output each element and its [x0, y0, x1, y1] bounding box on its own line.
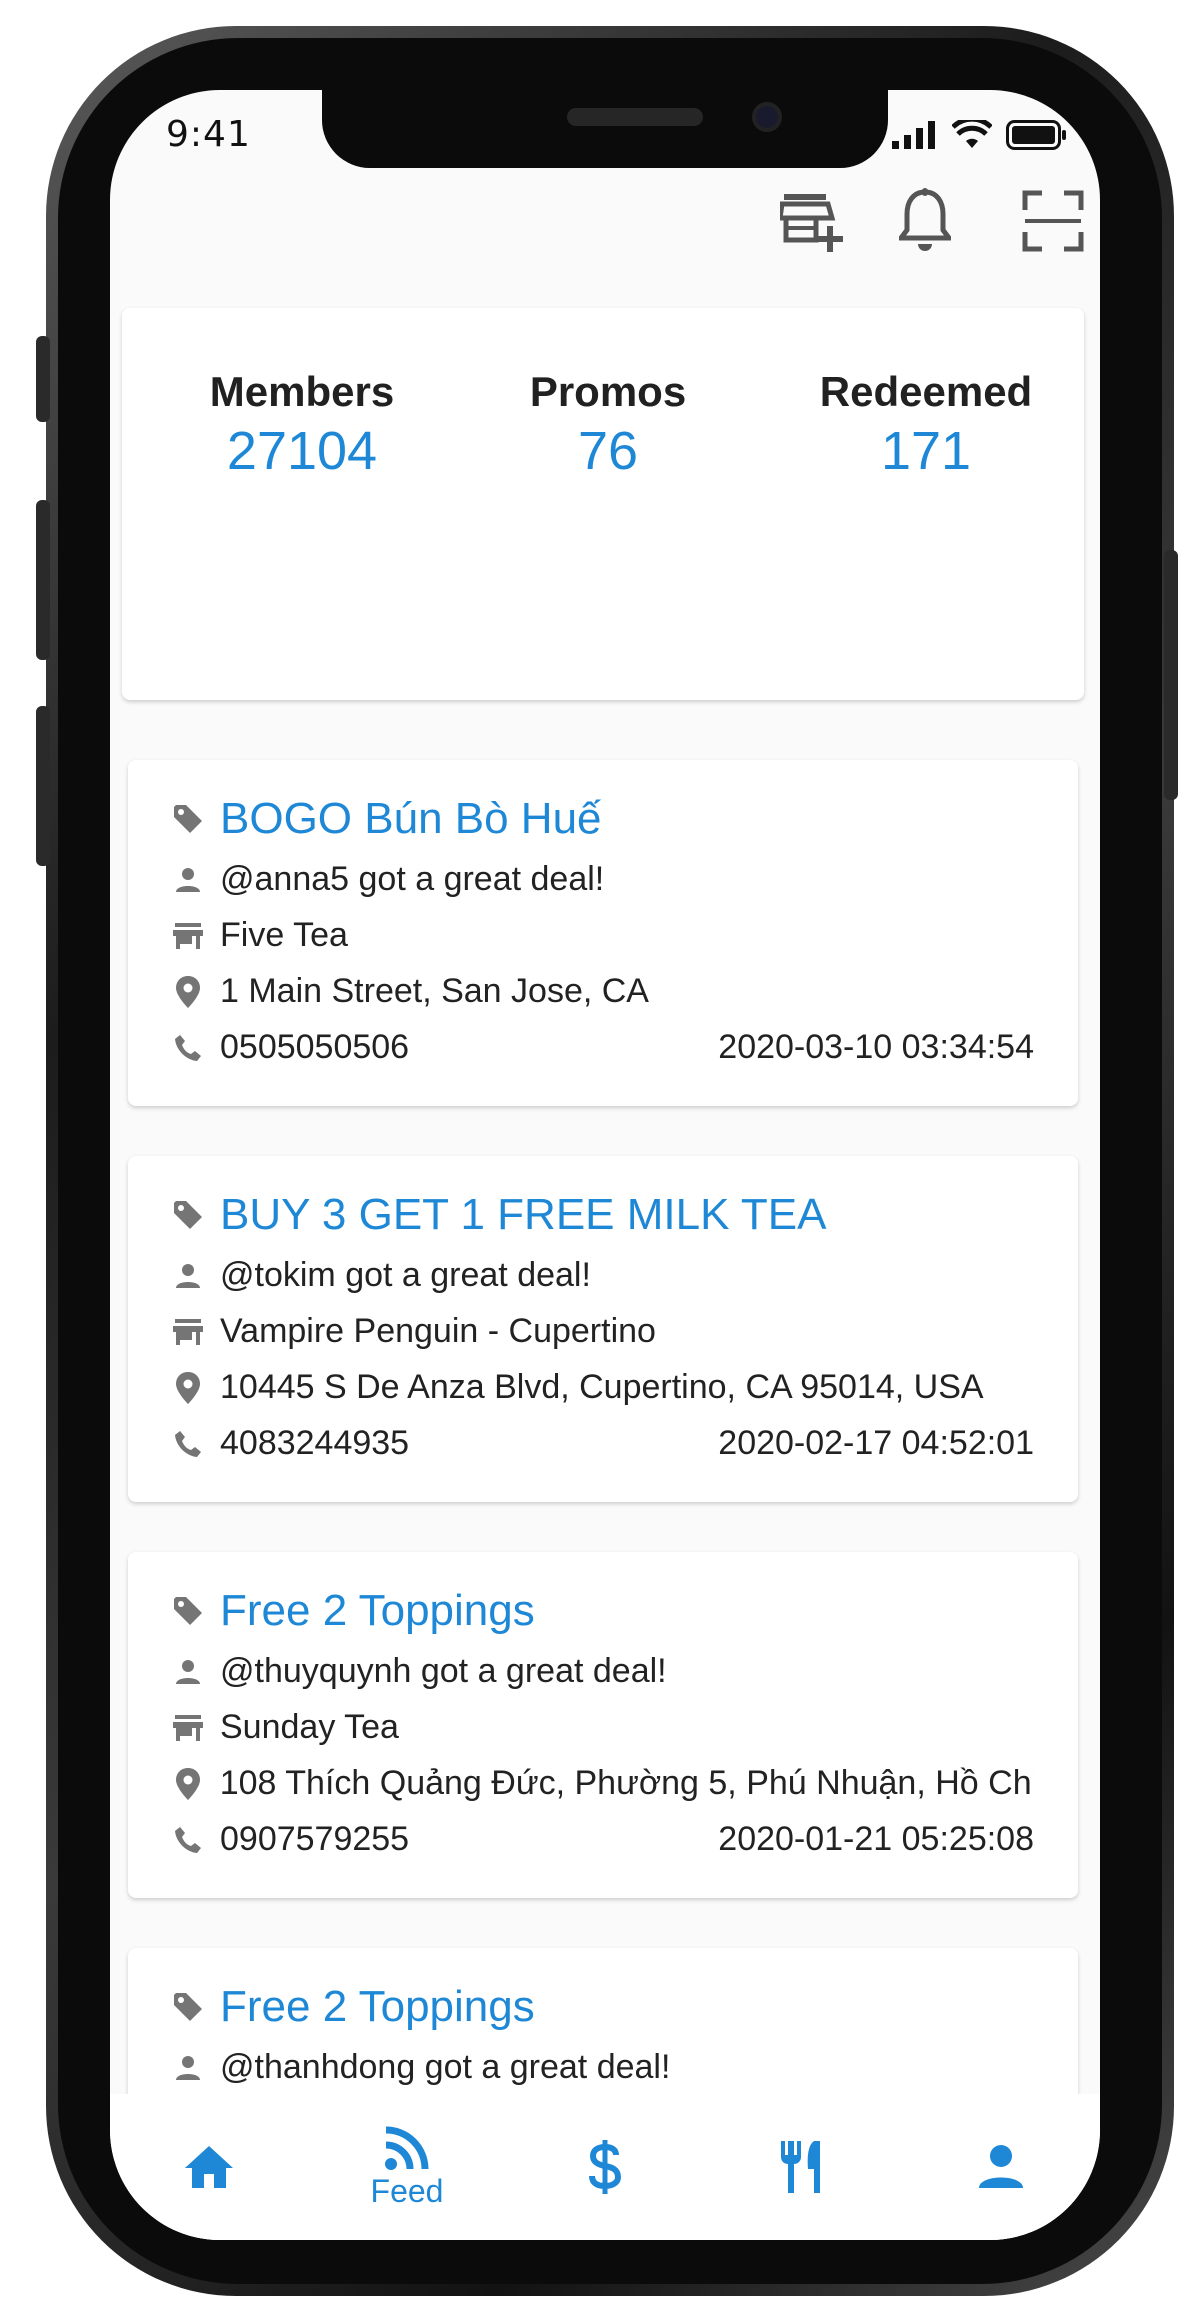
deal-date: 2020-01-21 05:25:08 [718, 1820, 1034, 1858]
location-icon [172, 1371, 204, 1404]
volume-down-button [36, 706, 50, 866]
volume-up-button [36, 500, 50, 660]
nav-account[interactable] [902, 2094, 1100, 2240]
deal-title[interactable]: BOGO Bún Bò Huế [220, 794, 602, 844]
add-store-icon [780, 194, 843, 252]
deal-title[interactable]: Free 2 Toppings [220, 1586, 535, 1636]
person-icon [172, 2052, 204, 2084]
stat-value: 76 [577, 421, 639, 481]
deal-address: 1 Main Street, San Jose, CA [220, 972, 649, 1010]
person-icon [172, 864, 204, 896]
stat-redeemed: Redeemed 171 [796, 368, 1056, 482]
stat-value: 27104 [226, 421, 378, 481]
deal-address: 108 Thích Quảng Đức, Phường 5, Phú Nhuận… [219, 1764, 1034, 1802]
nav-feed[interactable]: Feed [308, 2094, 506, 2240]
stat-label: Promos [529, 368, 687, 415]
speaker [567, 108, 703, 126]
deal-phone[interactable]: 0505050506 [220, 1028, 409, 1067]
home-icon [185, 2146, 233, 2188]
nav-home[interactable] [110, 2094, 308, 2240]
phone-icon [172, 1032, 204, 1064]
stats-card: Members 27104 Promos 76 Redeemed 171 [122, 308, 1084, 700]
scan-icon [1022, 190, 1084, 252]
wifi-icon [952, 120, 992, 148]
deal-store: Sunday Tea [220, 1708, 399, 1746]
deal-user: @tokim got a great deal! [220, 1256, 591, 1294]
deal-user: @thanhdong got a great deal! [220, 2048, 671, 2086]
status-time: 9:41 [166, 114, 251, 155]
deal-title[interactable]: BUY 3 GET 1 FREE MILK TEA [220, 1190, 826, 1240]
add-store-button[interactable] [778, 186, 848, 256]
app-screen: 9:41 Members 27104 Promos 76 Redeemed 17… [110, 90, 1100, 2240]
stat-label: Redeemed [819, 368, 1033, 415]
nav-payments[interactable] [506, 2094, 704, 2240]
deal-phone[interactable]: 4083244935 [220, 1424, 409, 1463]
deal-card[interactable]: Free 2 Toppings @thuyquynh got a great d… [128, 1552, 1078, 1898]
notifications-button[interactable] [890, 186, 960, 256]
tag-icon [172, 1991, 204, 2023]
tag-icon [172, 1199, 204, 1231]
nav-restaurants[interactable] [704, 2094, 902, 2240]
location-icon [172, 1767, 204, 1800]
deal-phone[interactable]: 0907579255 [220, 1820, 409, 1859]
deal-user: @thuyquynh got a great deal! [220, 1652, 667, 1690]
stat-members: Members 27104 [172, 368, 432, 482]
deal-user: @anna5 got a great deal! [220, 860, 605, 898]
deal-store: Vampire Penguin - Cupertino [220, 1312, 656, 1350]
tag-icon [172, 803, 204, 835]
mute-switch [36, 336, 50, 422]
deal-store: Five Tea [220, 916, 348, 954]
battery-icon [1006, 120, 1066, 150]
person-icon [172, 1260, 204, 1292]
store-icon [172, 1712, 204, 1744]
bell-icon [899, 188, 951, 251]
dollar-icon [589, 2140, 622, 2194]
status-icons [892, 120, 1068, 150]
stat-label: Members [209, 368, 395, 415]
nav-feed-label: Feed [370, 2172, 444, 2209]
location-icon [172, 975, 204, 1008]
notch [322, 90, 888, 168]
deal-card[interactable]: BUY 3 GET 1 FREE MILK TEA @tokim got a g… [128, 1156, 1078, 1502]
deal-date: 2020-02-17 04:52:01 [718, 1424, 1034, 1462]
phone-icon [172, 1428, 204, 1460]
deal-card[interactable]: BOGO Bún Bò Huế @anna5 got a great deal!… [128, 760, 1078, 1106]
deal-address: 10445 S De Anza Blvd, Cupertino, CA 9501… [220, 1368, 984, 1406]
stat-value: 171 [880, 421, 972, 481]
store-icon [172, 920, 204, 952]
deal-title[interactable]: Free 2 Toppings [220, 1982, 535, 2032]
scan-button[interactable] [1018, 186, 1088, 256]
phone-icon [172, 1824, 204, 1856]
person-icon [172, 1656, 204, 1688]
rss-icon [385, 2126, 429, 2170]
restaurant-icon [781, 2141, 820, 2193]
signal-icon [892, 121, 935, 149]
front-camera [752, 102, 782, 132]
deal-date: 2020-03-10 03:34:54 [718, 1028, 1034, 1066]
bottom-nav: Feed [110, 2094, 1100, 2240]
stat-promos: Promos 76 [478, 368, 738, 482]
power-button [1164, 550, 1178, 800]
tag-icon [172, 1595, 204, 1627]
account-icon [979, 2145, 1023, 2188]
store-icon [172, 1316, 204, 1348]
